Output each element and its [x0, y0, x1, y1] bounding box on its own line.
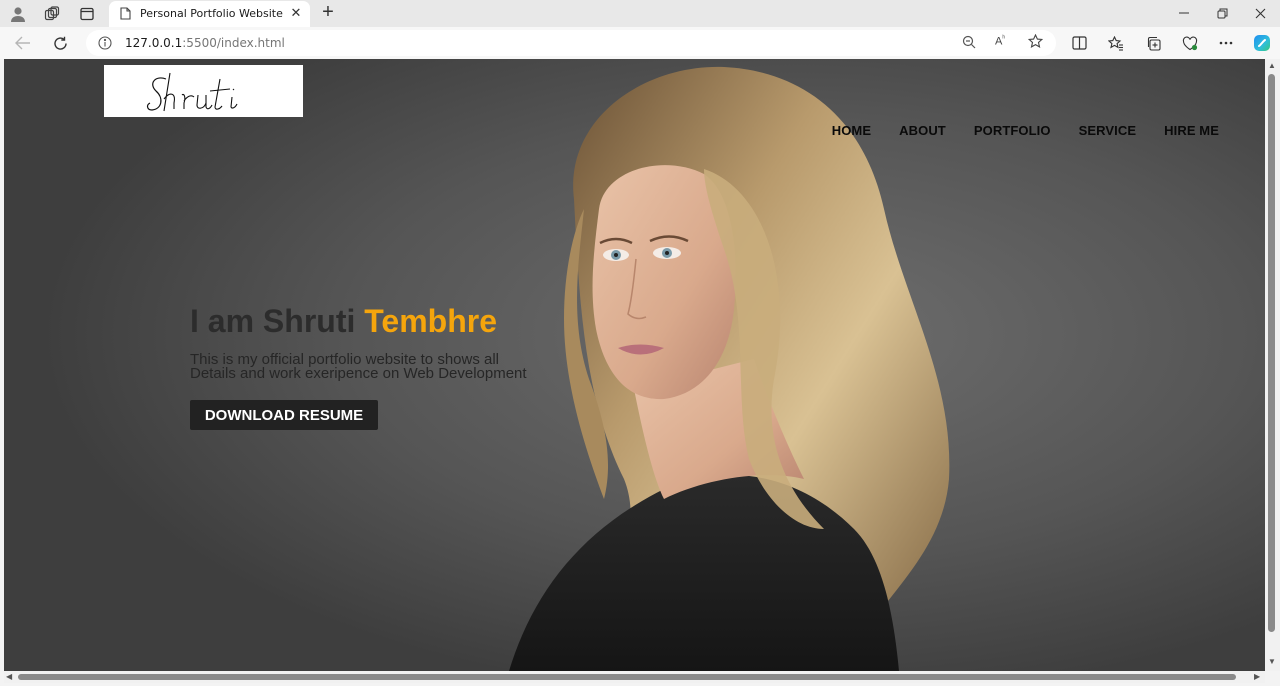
- scroll-down-icon[interactable]: ▼: [1268, 657, 1276, 666]
- tab-strip: Personal Portfolio Website ✕ +: [0, 0, 1280, 27]
- address-bar[interactable]: 127.0.0.1:5500/index.html Aʰ: [86, 30, 1056, 56]
- workspaces-icon[interactable]: [41, 3, 63, 25]
- more-options-icon[interactable]: [1215, 32, 1237, 54]
- vertical-scroll-thumb[interactable]: [1268, 74, 1275, 632]
- collections-icon[interactable]: [1142, 32, 1164, 54]
- download-resume-button[interactable]: DOWNLOAD RESUME: [190, 400, 378, 430]
- zoom-icon[interactable]: [962, 35, 976, 54]
- hero-description: This is my official portfolio website to…: [190, 352, 550, 382]
- horizontal-scroll-thumb[interactable]: [18, 674, 1236, 680]
- tab-title: Personal Portfolio Website: [140, 7, 283, 20]
- url-host: 127.0.0.1: [125, 36, 183, 50]
- favorite-star-icon[interactable]: [1027, 33, 1044, 54]
- site-logo[interactable]: [104, 65, 303, 117]
- scroll-left-icon[interactable]: ◀: [6, 672, 12, 681]
- site-nav: HOME ABOUT PORTFOLIO SERVICE HIRE ME: [832, 123, 1219, 138]
- horizontal-scrollbar[interactable]: ◀ ▶: [4, 671, 1265, 683]
- vertical-scrollbar[interactable]: ▲ ▼: [1265, 59, 1280, 671]
- restore-icon[interactable]: [1210, 3, 1234, 23]
- hero-heading-prefix: I am Shruti: [190, 303, 365, 339]
- close-tab-icon[interactable]: ✕: [288, 5, 304, 21]
- read-aloud-icon[interactable]: Aʰ: [995, 35, 1005, 48]
- page-viewport: HOME ABOUT PORTFOLIO SERVICE HIRE ME I a…: [4, 59, 1265, 671]
- scroll-up-icon[interactable]: ▲: [1268, 61, 1276, 70]
- copilot-icon[interactable]: [1251, 32, 1273, 54]
- close-window-icon[interactable]: [1248, 3, 1272, 23]
- split-screen-icon[interactable]: [1068, 32, 1090, 54]
- profile-icon[interactable]: [7, 3, 29, 25]
- back-icon[interactable]: [12, 32, 34, 54]
- minimize-icon[interactable]: [1172, 3, 1196, 23]
- browser-toolbar: 127.0.0.1:5500/index.html Aʰ: [0, 27, 1280, 59]
- nav-service-link[interactable]: SERVICE: [1079, 123, 1137, 138]
- signature-logo-image: [146, 72, 238, 112]
- hero-heading-highlight: Tembhre: [364, 303, 498, 339]
- hero-description-line-2: Details and work exeripence on Web Devel…: [190, 365, 527, 382]
- url-path: :5500/index.html: [182, 36, 285, 50]
- browser-essentials-icon[interactable]: [1179, 32, 1201, 54]
- new-tab-button[interactable]: +: [318, 2, 338, 23]
- page-icon: [120, 7, 131, 25]
- site-info-icon[interactable]: [98, 36, 112, 55]
- active-tab[interactable]: Personal Portfolio Website ✕: [109, 1, 310, 27]
- hero-heading: I am Shruti Tembhre: [190, 303, 497, 340]
- nav-hire-me-link[interactable]: HIRE ME: [1164, 123, 1219, 138]
- url-text[interactable]: 127.0.0.1:5500/index.html: [125, 36, 285, 50]
- nav-home-link[interactable]: HOME: [832, 123, 871, 138]
- nav-about-link[interactable]: ABOUT: [899, 123, 946, 138]
- favorites-icon[interactable]: [1105, 32, 1127, 54]
- tab-actions-icon[interactable]: [76, 3, 98, 25]
- refresh-icon[interactable]: [49, 32, 71, 54]
- nav-portfolio-link[interactable]: PORTFOLIO: [974, 123, 1051, 138]
- scroll-right-icon[interactable]: ▶: [1254, 672, 1260, 681]
